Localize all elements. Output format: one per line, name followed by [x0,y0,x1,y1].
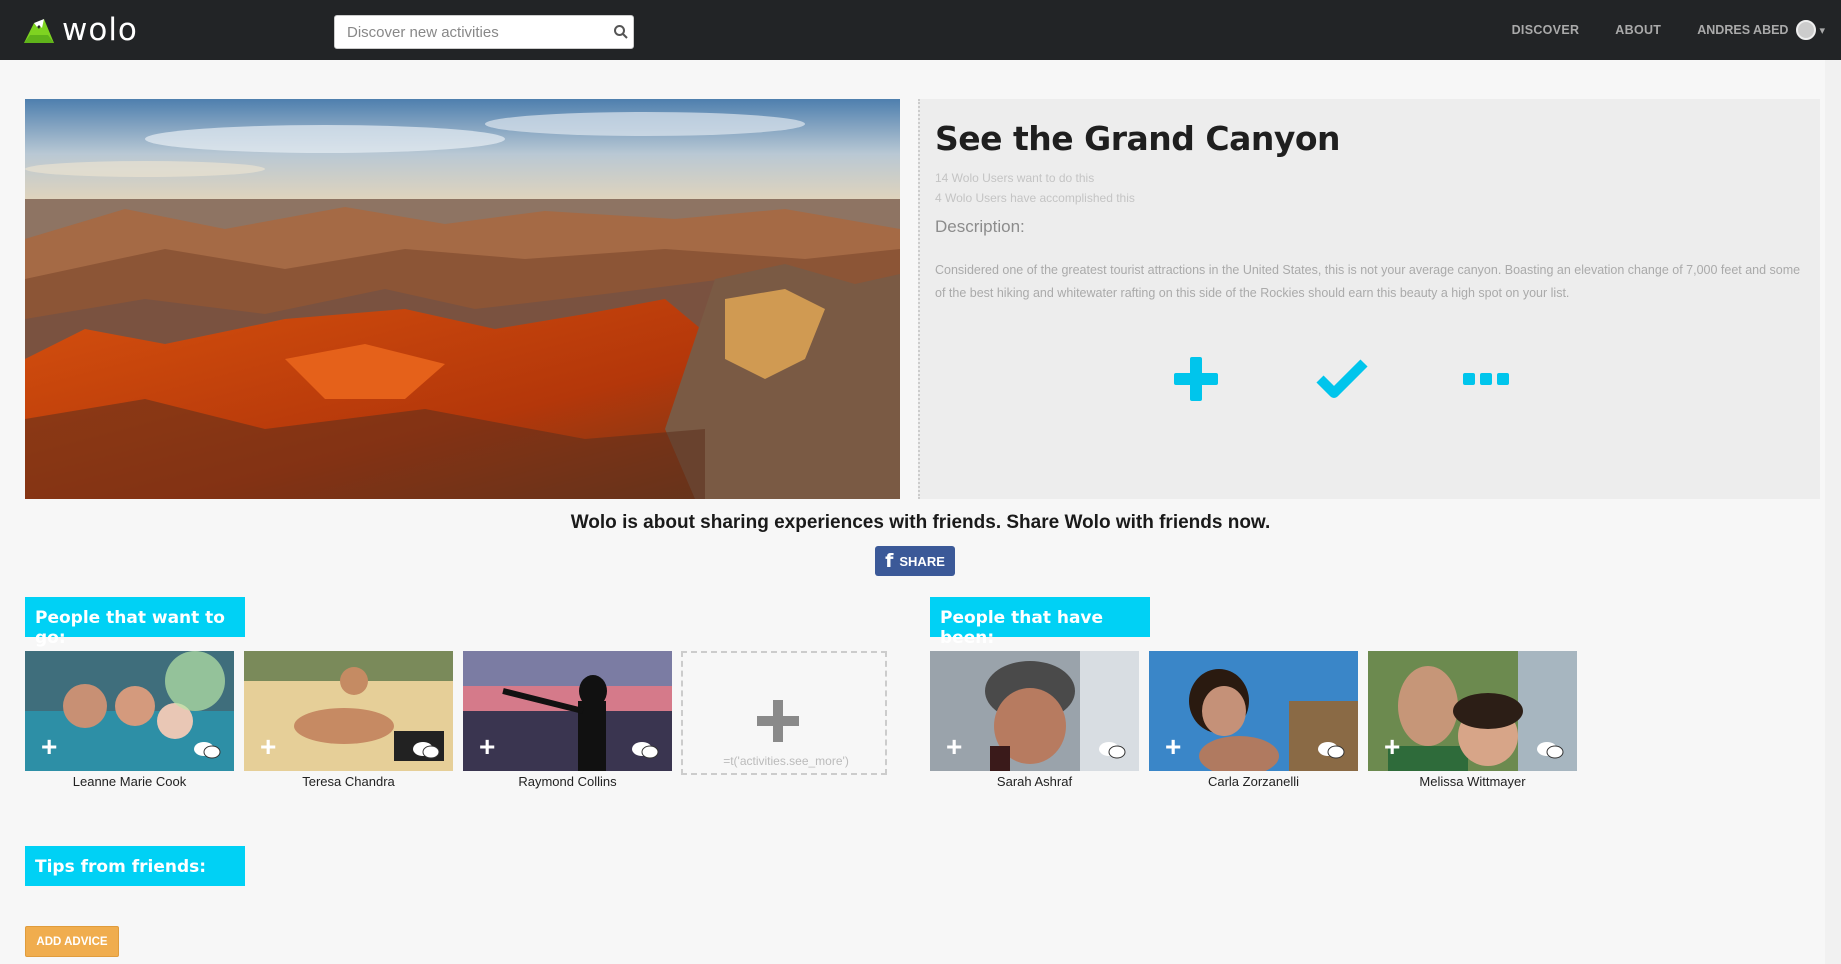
person-name: Carla Zorzanelli [1207,774,1300,789]
avatar [1796,20,1817,40]
tips-section-title: Tips from friends: [25,846,245,886]
person-card[interactable]: + [244,651,453,771]
logo-text: wolo [62,12,138,48]
person-card[interactable]: + [1368,651,1577,771]
add-friend-icon[interactable]: + [1384,733,1400,761]
add-friend-icon[interactable]: + [1165,733,1181,761]
search-icon[interactable] [613,24,629,40]
scrollbar[interactable] [1825,60,1841,964]
person-name: Teresa Chandra [302,774,395,789]
user-name: ANDRES ABED [1697,23,1789,37]
chat-bubbles-icon[interactable] [630,739,660,761]
chat-bubbles-icon[interactable] [1097,739,1127,761]
see-more-card[interactable]: =t('activities.see_more') [681,651,887,775]
add-friend-icon[interactable]: + [41,733,57,761]
user-menu[interactable]: ANDRES ABED ▾ [1697,20,1825,40]
done-count: 4 Wolo Users have accomplished this [935,191,1135,205]
search-box[interactable] [334,15,634,49]
add-advice-button[interactable]: ADD ADVICE [25,926,119,957]
activity-actions [920,349,1822,409]
grand-canyon-photo [25,99,900,499]
more-dots-icon[interactable] [1456,349,1516,409]
nav-discover[interactable]: DISCOVER [1512,23,1580,37]
person-card[interactable]: + [1149,651,1358,771]
see-more-label: =t('activities.see_more') [723,754,849,768]
want-section-title: People that want to go: [25,597,245,648]
description-label: Description: [935,217,1025,236]
activity-hero-image [25,99,900,499]
person-card[interactable]: + [930,651,1139,771]
add-friend-icon[interactable]: + [260,733,276,761]
wolo-logo[interactable]: wolo [22,12,138,48]
chat-bubbles-icon[interactable] [1316,739,1346,761]
person-name: Melissa Wittmayer [1419,774,1526,789]
facebook-icon: f [885,550,894,572]
share-prompt: Wolo is about sharing experiences with f… [570,512,1271,533]
person-name: Sarah Ashraf [996,774,1073,789]
nav-about[interactable]: ABOUT [1615,23,1661,37]
chat-bubbles-icon[interactable] [1535,739,1565,761]
accomplished-check-icon[interactable] [1312,349,1372,409]
activity-title: See the Grand Canyon [935,119,1341,158]
been-section-title: People that have been: [930,597,1150,648]
nav-links: DISCOVER ABOUT ANDRES ABED ▾ [1512,0,1841,60]
person-name: Leanne Marie Cook [72,774,187,789]
share-label: SHARE [899,553,945,569]
search-input[interactable] [335,16,605,48]
chevron-down-icon: ▾ [1819,24,1825,37]
top-navbar: wolo DISCOVER ABOUT ANDRES ABED ▾ [0,0,1841,60]
plus-icon [757,700,799,742]
description-text: Considered one of the greatest tourist a… [935,263,1801,300]
facebook-share-button[interactable]: f SHARE [875,546,955,576]
person-card[interactable]: + [25,651,234,771]
person-card[interactable]: + [463,651,672,771]
chat-bubbles-icon[interactable] [192,739,222,761]
add-friend-icon[interactable]: + [946,733,962,761]
mountain-logo-icon [24,19,54,43]
person-name: Raymond Collins [518,774,617,789]
add-plus-icon[interactable] [1166,349,1226,409]
want-count: 14 Wolo Users want to do this [935,171,1095,185]
activity-info-panel: See the Grand Canyon 14 Wolo Users want … [918,99,1820,499]
chat-bubbles-icon[interactable] [411,739,441,761]
add-friend-icon[interactable]: + [479,733,495,761]
